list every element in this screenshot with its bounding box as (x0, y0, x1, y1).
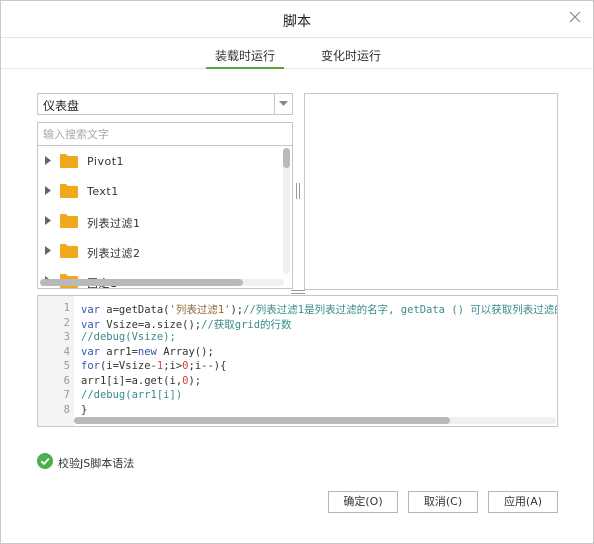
close-icon[interactable] (567, 9, 583, 25)
code-line[interactable]: var arr1=new Array(); (81, 346, 214, 358)
scrollbar-thumb[interactable] (283, 148, 290, 168)
tree-horizontal-scrollbar[interactable] (40, 279, 284, 286)
apply-button[interactable]: 应用(A) (488, 491, 558, 513)
code-token: (i=Vsize- (99, 360, 157, 372)
line-number: 6 (63, 374, 70, 387)
line-number: 2 (63, 316, 70, 329)
tab-bar: 装载时运行 变化时运行 (1, 39, 593, 69)
tree-item-label: 列表过滤1 (87, 217, 141, 230)
code-token: var (81, 304, 100, 316)
code-line[interactable]: //debug(Vsize); (81, 331, 176, 343)
line-number: 3 (63, 331, 70, 343)
code-token: //debug(arr1[i]) (81, 389, 183, 401)
code-token: arr1[i]=a.get(i, (81, 374, 183, 387)
tree-item[interactable]: 列表过滤1 (38, 207, 283, 237)
code-token: ); (230, 304, 244, 316)
line-number-gutter: 1 2 3 4 5 6 7 8 (38, 296, 74, 426)
component-select[interactable]: 仪表盘 (37, 93, 293, 115)
tree-item-label: Text1 (87, 185, 119, 198)
tree-item[interactable]: Pivot1 (38, 147, 283, 177)
code-line[interactable]: for(i=Vsize-1;i>0;i--){ (81, 360, 226, 372)
validate-js-label: 校验JS脚本语法 (58, 457, 135, 470)
expand-arrow-icon[interactable] (45, 186, 51, 195)
search-input[interactable] (37, 122, 293, 146)
code-line[interactable]: var a=getData('列表过滤1');//列表过滤1是列表过滤的名字, … (81, 302, 558, 317)
code-token: ;i--){ (188, 360, 227, 372)
code-line[interactable]: arr1[i]=a.get(i,0); (81, 375, 201, 387)
code-token: ); (188, 374, 202, 387)
code-token: Vsize=a.size(); (99, 318, 202, 331)
folder-icon (60, 214, 78, 228)
dialog-title: 脚本 (283, 14, 311, 30)
code-token: var (81, 318, 100, 331)
code-token: new (137, 345, 157, 358)
title-bar: 脚本 (1, 1, 593, 38)
code-token: ;i> (163, 360, 183, 372)
line-number: 1 (63, 302, 70, 314)
code-line[interactable]: //debug(arr1[i]) (81, 389, 182, 401)
expand-arrow-icon[interactable] (45, 156, 51, 165)
tree-item-label: 列表过滤2 (87, 247, 141, 260)
code-token: '列表过滤1' (169, 304, 231, 316)
tab-run-on-change[interactable]: 变化时运行 (315, 47, 387, 69)
cancel-button[interactable]: 取消(C) (408, 491, 478, 513)
line-number: 8 (63, 403, 70, 416)
property-panel (304, 93, 558, 290)
tree-item-label: Pivot1 (87, 155, 124, 168)
code-token: Array(); (156, 345, 214, 358)
scrollbar-thumb[interactable] (40, 279, 243, 286)
tree-item[interactable]: 列表过滤2 (38, 237, 283, 267)
line-number: 7 (63, 389, 70, 401)
check-circle-icon[interactable] (37, 453, 53, 469)
component-select-value: 仪表盘 (43, 99, 80, 113)
ok-button[interactable]: 确定(O) (328, 491, 398, 513)
scrollbar-thumb[interactable] (74, 417, 450, 424)
chevron-down-icon (279, 101, 288, 106)
code-token: //列表过滤1是列表过滤的名字, getData () 可以获取列表过滤的值 (243, 304, 558, 316)
expand-arrow-icon[interactable] (45, 216, 51, 225)
script-dialog: 脚本 装载时运行 变化时运行 仪表盘 Pivot1 Text1 列表过滤1 (0, 0, 594, 544)
folder-icon (60, 154, 78, 168)
folder-icon (60, 184, 78, 198)
code-token: } (81, 403, 88, 416)
code-token: //获取grid的行数 (201, 318, 292, 331)
line-number: 4 (63, 345, 70, 358)
line-number: 5 (63, 360, 70, 372)
code-line[interactable]: } (81, 404, 87, 416)
tree-item[interactable]: Text1 (38, 177, 283, 207)
code-token: var (81, 345, 100, 358)
tab-run-on-load[interactable]: 装载时运行 (206, 47, 284, 69)
editor-horizontal-scrollbar[interactable] (74, 417, 556, 424)
code-token: //debug(Vsize); (81, 331, 176, 343)
dropdown-button[interactable] (274, 94, 292, 114)
script-editor[interactable]: 12345678 var a=getData('列表过滤1');//列表过滤1是… (37, 295, 558, 427)
expand-arrow-icon[interactable] (45, 246, 51, 255)
code-token: for (81, 360, 100, 372)
code-token: arr1= (99, 345, 138, 358)
folder-icon (60, 244, 78, 258)
code-token: a=getData( (99, 304, 170, 316)
tree-vertical-scrollbar[interactable] (283, 148, 290, 274)
component-tree: Pivot1 Text1 列表过滤1 列表过滤2 固定1 (37, 146, 293, 289)
code-line[interactable]: var Vsize=a.size();//获取grid的行数 (81, 317, 292, 332)
vertical-splitter-handle[interactable] (295, 183, 301, 199)
